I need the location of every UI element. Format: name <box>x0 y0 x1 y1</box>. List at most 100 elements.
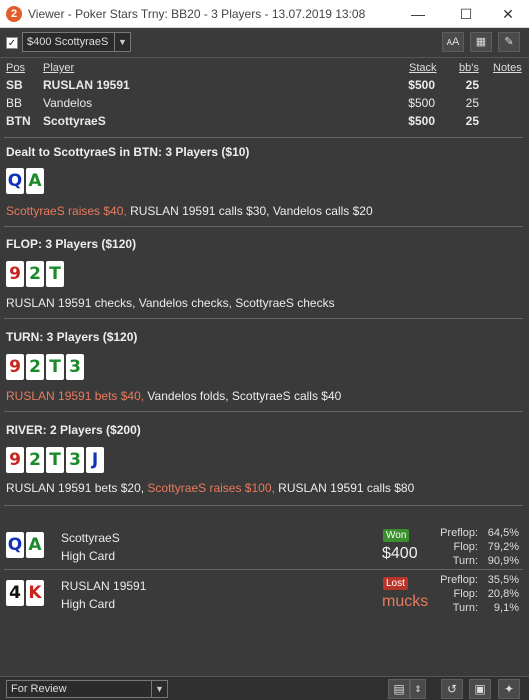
playing-card: 9 <box>6 354 24 380</box>
hand-select[interactable]: $400 ScottyraeS ▼ <box>22 32 131 52</box>
sort-button[interactable]: ⇕ <box>410 679 426 699</box>
equity-label: Turn: <box>452 602 478 614</box>
player-name: ScottyraeS <box>43 114 106 128</box>
header-bbs[interactable]: bb's <box>459 62 479 74</box>
minimize-button[interactable]: — <box>396 0 440 28</box>
header-player[interactable]: Player <box>43 62 74 74</box>
equity-value: 9,1% <box>493 602 519 614</box>
playing-card: A <box>26 532 44 558</box>
updown-arrows-icon: ⇕ <box>414 684 422 694</box>
turn-title: TURN: 3 Players ($120) <box>6 330 138 344</box>
result-hand: High Card <box>61 597 116 611</box>
equity-label: Flop: <box>453 588 478 600</box>
villain-action: RUSLAN 19591 bets $40, <box>6 389 145 403</box>
playing-card: 9 <box>6 447 24 473</box>
playing-card: 3 <box>66 447 84 473</box>
result-hand: High Card <box>61 549 116 563</box>
player-bbs: 25 <box>465 96 479 110</box>
playing-card: A <box>26 168 44 194</box>
result-player-name: RUSLAN 19591 <box>61 579 147 593</box>
playing-card: 2 <box>26 447 44 473</box>
result-cards: QA <box>6 532 46 560</box>
font-size-icon: ᴀA <box>446 36 460 48</box>
equity-value: 64,5% <box>487 527 519 539</box>
flop-cards: 92T <box>6 261 66 289</box>
river-actions: RUSLAN 19591 bets $20, ScottyraeS raises… <box>6 481 414 495</box>
equity-value: 20,8% <box>487 588 519 600</box>
player-bbs: 25 <box>465 78 479 92</box>
divider <box>4 411 523 412</box>
result-cards: 4K <box>6 580 46 608</box>
edit-button[interactable]: ✎ <box>498 32 520 52</box>
equity-label: Flop: <box>453 541 478 553</box>
preflop-title: Dealt to ScottyraeS in BTN: 3 Players ($… <box>6 145 250 159</box>
review-status-select[interactable]: For Review ▼ <box>6 680 168 698</box>
equity-value: 79,2% <box>487 541 519 553</box>
equity-value: 35,5% <box>487 574 519 586</box>
divider <box>4 569 523 570</box>
player-stack: $500 <box>408 114 435 128</box>
playing-card: 4 <box>6 580 24 606</box>
maximize-button[interactable]: ☐ <box>444 0 488 28</box>
player-row[interactable]: BB Vandelos $500 25 <box>0 96 529 114</box>
divider <box>4 505 523 506</box>
won-badge: Won <box>383 529 410 542</box>
font-size-button[interactable]: ᴀA <box>442 32 464 52</box>
hero-cards: QA <box>6 168 46 196</box>
hero-action: ScottyraeS raises $100, <box>147 481 275 495</box>
playing-card: 2 <box>26 354 44 380</box>
playing-card: K <box>26 580 44 606</box>
header-notes[interactable]: Notes <box>493 62 522 74</box>
playing-card: J <box>86 447 104 473</box>
bottom-bar: For Review ▼ ▤ ⇕ ↺ ▣ ✦ <box>0 676 529 700</box>
share-twitter-button[interactable]: ✦ <box>498 679 520 699</box>
other-actions: Vandelos folds, ScottyraeS calls $40 <box>144 389 342 403</box>
preflop-actions: ScottyraeS raises $40, RUSLAN 19591 call… <box>6 204 373 218</box>
playing-card: Q <box>6 532 24 558</box>
player-pos: SB <box>6 78 23 92</box>
other-actions: RUSLAN 19591 calls $30, Vandelos calls $… <box>126 204 373 218</box>
other-actions: RUSLAN 19591 calls $80 <box>274 481 415 495</box>
save-button[interactable]: ▣ <box>469 679 491 699</box>
app-logo-icon: 2 <box>6 6 22 22</box>
replay-button[interactable]: ↺ <box>441 679 463 699</box>
divider <box>4 226 523 227</box>
close-button[interactable]: ✕ <box>486 0 529 28</box>
player-name: RUSLAN 19591 <box>43 78 130 92</box>
playing-card: 2 <box>26 261 44 287</box>
flop-actions: RUSLAN 19591 checks, Vandelos checks, Sc… <box>6 296 335 310</box>
flop-title: FLOP: 3 Players ($120) <box>6 237 137 251</box>
other-actions: RUSLAN 19591 bets $20, <box>6 481 148 495</box>
header-stack[interactable]: Stack <box>409 62 437 74</box>
chevron-down-icon: ▼ <box>114 33 130 51</box>
hand-checkbox[interactable]: ✓ <box>6 37 18 49</box>
equity-label: Preflop: <box>440 574 478 586</box>
lost-badge: Lost <box>383 577 408 590</box>
twitter-bird-icon: ✦ <box>503 682 515 696</box>
result-player-name: ScottyraeS <box>61 531 120 545</box>
playing-card: T <box>46 261 64 287</box>
grid-icon: ▦ <box>475 36 487 48</box>
hero-action: ScottyraeS raises $40, <box>6 204 127 218</box>
divider <box>4 318 523 319</box>
chevron-down-icon: ▼ <box>151 681 167 697</box>
turn-cards: 92T3 <box>6 354 86 382</box>
notes-button[interactable]: ▤ <box>388 679 410 699</box>
player-row[interactable]: SB RUSLAN 19591 $500 25 <box>0 78 529 96</box>
player-stack: $500 <box>408 78 435 92</box>
player-row[interactable]: BTN ScottyraeS $500 25 <box>0 114 529 132</box>
player-bbs: 25 <box>465 114 479 128</box>
grid-button[interactable]: ▦ <box>470 32 492 52</box>
equity-value: 90,9% <box>487 555 519 567</box>
header-pos[interactable]: Pos <box>6 62 25 74</box>
playing-card: Q <box>6 168 24 194</box>
clipboard-icon: ▤ <box>393 682 405 696</box>
divider <box>4 137 523 138</box>
equity-label: Preflop: <box>440 527 478 539</box>
player-name: Vandelos <box>43 96 93 110</box>
refresh-icon: ↺ <box>446 682 458 696</box>
turn-actions: RUSLAN 19591 bets $40, Vandelos folds, S… <box>6 389 341 403</box>
equity-label: Turn: <box>452 555 478 567</box>
pencil-icon: ✎ <box>504 36 514 48</box>
playing-card: T <box>46 447 64 473</box>
